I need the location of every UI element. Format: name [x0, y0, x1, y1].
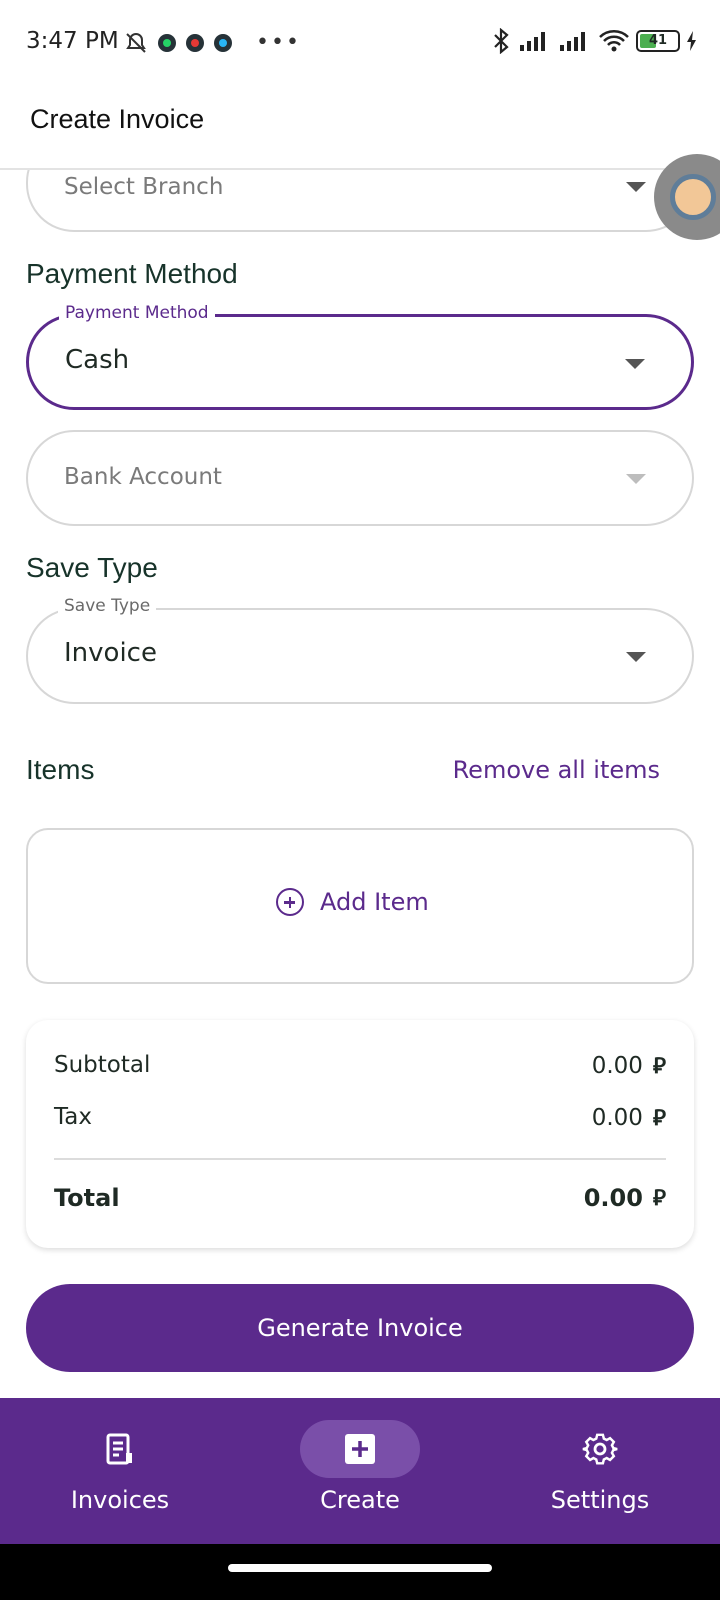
notification-icons: •••: [124, 30, 301, 55]
chevron-down-icon: [626, 474, 646, 484]
whatsapp-icon: [158, 33, 176, 52]
remove-all-items-button[interactable]: Remove all items: [453, 756, 660, 784]
total-row: Total 0.00 ⃁: [54, 1184, 666, 1212]
system-icons: 41: [490, 28, 698, 54]
more-notifications-icon: •••: [256, 30, 301, 55]
nav-item-settings[interactable]: Settings: [480, 1398, 720, 1544]
bottom-navigation: Invoices Create Settings: [0, 1398, 720, 1544]
payment-method-heading: Payment Method: [26, 258, 238, 289]
add-circle-icon: [276, 888, 304, 916]
save-type-value: Invoice: [64, 638, 157, 668]
currency-icon: ⃁: [652, 1054, 666, 1079]
gear-icon: [582, 1433, 618, 1465]
app-bar-cover: Create Invoice: [0, 86, 720, 170]
battery-icon: 41: [636, 30, 680, 52]
nav-label-invoices: Invoices: [70, 1486, 170, 1514]
nav-item-invoices[interactable]: Invoices: [0, 1398, 240, 1544]
add-box-icon: [345, 1434, 375, 1464]
charging-icon: [687, 31, 696, 51]
generate-invoice-button[interactable]: Generate Invoice: [26, 1284, 694, 1372]
items-heading: Items: [26, 754, 95, 785]
subtotal-label: Subtotal: [54, 1052, 151, 1078]
bell-off-icon: [126, 32, 146, 53]
status-time: 3:47 PM: [26, 28, 119, 54]
tax-value: 0.00: [591, 1105, 643, 1131]
signal-icon: [560, 32, 585, 51]
summary-card: Subtotal 0.00 ⃁ Tax 0.00 ⃁ Total 0.00 ⃁: [26, 1020, 694, 1248]
subtotal-value: 0.00: [591, 1053, 643, 1079]
system-gesture-bar: [0, 1544, 720, 1600]
currency-icon: ⃁: [652, 1186, 666, 1211]
tax-row: Tax 0.00 ⃁: [54, 1104, 666, 1132]
nav-label-settings: Settings: [550, 1486, 650, 1514]
wifi-icon: [599, 30, 629, 52]
chevron-down-icon: [625, 359, 645, 369]
add-item-label: Add Item: [320, 888, 429, 916]
total-label: Total: [54, 1184, 120, 1212]
chevron-down-icon: [626, 652, 646, 662]
bluetooth-icon: [494, 28, 509, 54]
save-type-heading: Save Type: [26, 552, 158, 583]
home-indicator[interactable]: [228, 1564, 492, 1572]
payment-method-select[interactable]: Payment Method Cash: [26, 303, 694, 410]
bank-account-select[interactable]: Bank Account: [26, 430, 694, 526]
battery-level: 41: [648, 33, 668, 48]
telegram-icon: [214, 33, 232, 52]
avatar: [670, 174, 716, 220]
add-item-button[interactable]: Add Item: [276, 888, 429, 916]
receipt-icon: [106, 1433, 132, 1465]
chevron-down-icon: [626, 182, 646, 192]
save-type-select[interactable]: Save Type Invoice: [26, 596, 694, 704]
items-card: Add Item: [26, 828, 694, 984]
branch-placeholder: Select Branch: [64, 174, 224, 200]
nav-item-create[interactable]: Create: [240, 1398, 480, 1544]
signal-icon: [520, 32, 545, 51]
subtotal-row: Subtotal 0.00 ⃁: [54, 1052, 666, 1080]
payment-method-value: Cash: [65, 345, 130, 375]
nav-label-create: Create: [320, 1486, 400, 1514]
status-bar: 3:47 PM ••• 41: [0, 0, 720, 86]
total-value: 0.00: [583, 1184, 643, 1212]
currency-icon: ⃁: [652, 1106, 666, 1131]
tax-label: Tax: [54, 1104, 92, 1130]
app-icon: [186, 33, 204, 52]
save-type-label: Save Type: [58, 596, 157, 616]
divider: [54, 1158, 666, 1160]
payment-method-label: Payment Method: [59, 303, 215, 323]
bank-account-placeholder: Bank Account: [64, 464, 222, 490]
page-title: Create Invoice: [30, 104, 205, 134]
